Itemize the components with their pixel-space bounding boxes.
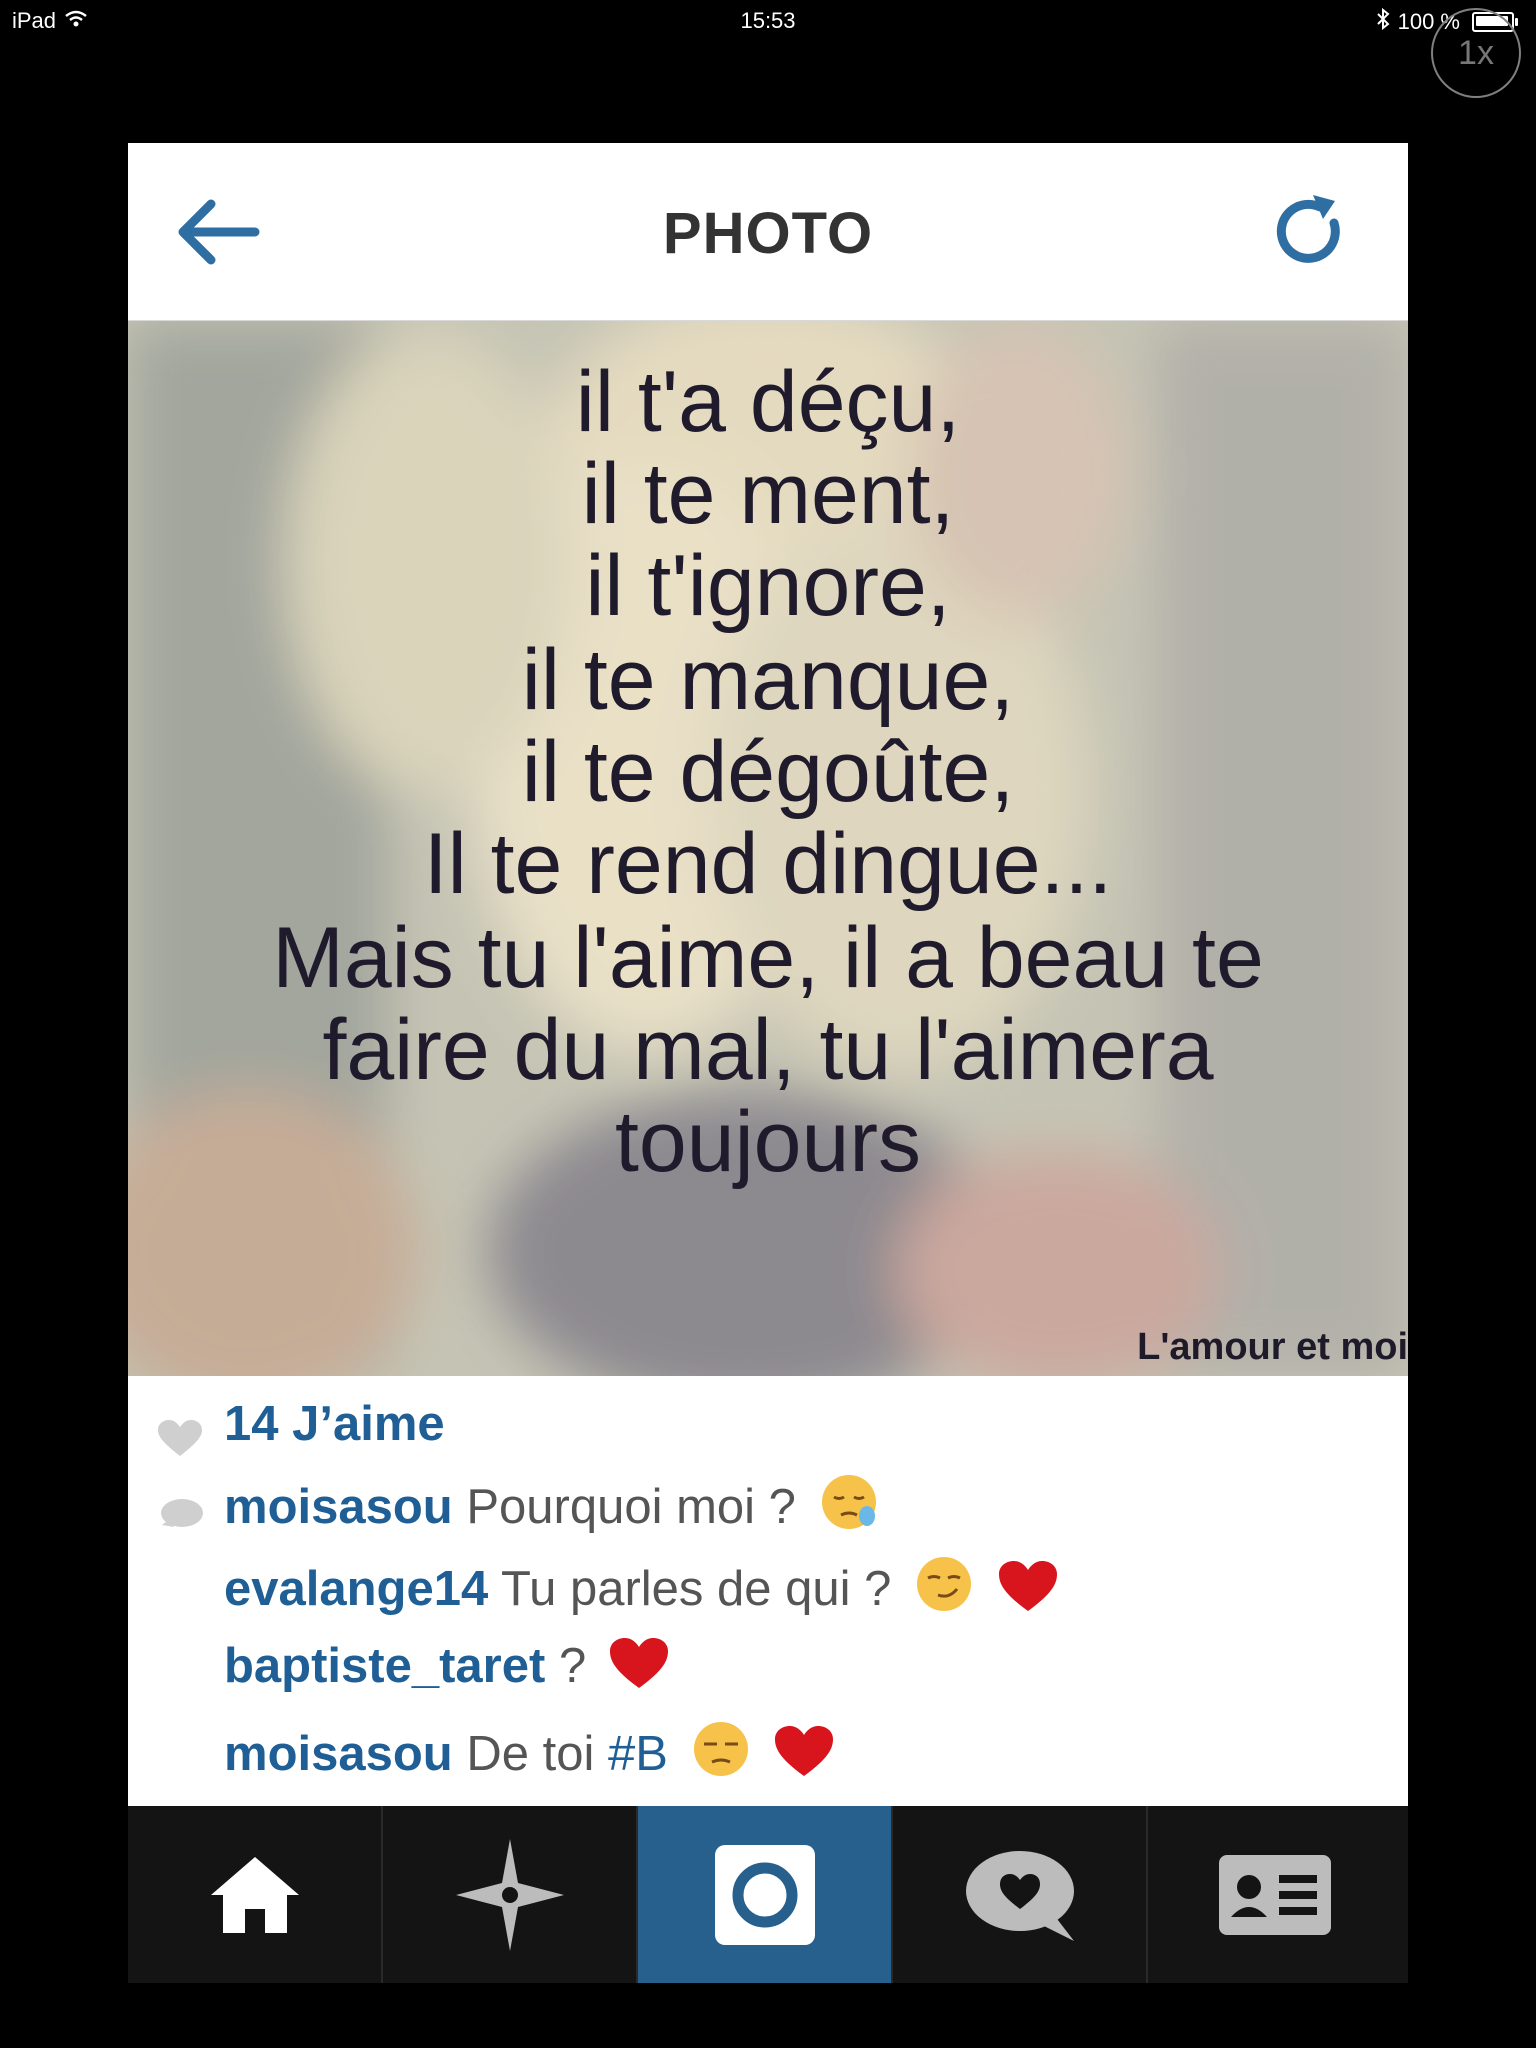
zoom-button[interactable]: 1x bbox=[1431, 8, 1521, 98]
comment-body: De toi bbox=[466, 1727, 595, 1781]
photo-line: toujours bbox=[615, 1094, 921, 1190]
profile-card-icon bbox=[1218, 1854, 1331, 1935]
unamused-face-icon bbox=[690, 1718, 752, 1792]
smirk-face-icon bbox=[913, 1553, 975, 1627]
camera-icon bbox=[714, 1844, 815, 1945]
red-heart-icon bbox=[608, 1636, 670, 1704]
tab-camera[interactable] bbox=[638, 1806, 893, 1983]
comment-username[interactable]: moisasou bbox=[224, 1480, 453, 1534]
photo-line: il te dégoûte, bbox=[521, 724, 1015, 820]
status-time: 15:53 bbox=[740, 8, 796, 33]
tab-home[interactable] bbox=[128, 1806, 383, 1983]
photo-line: Mais tu l'aime, il a beau te bbox=[272, 910, 1264, 1006]
likes-row[interactable]: 14 J’aime bbox=[128, 1396, 1408, 1468]
heart-icon bbox=[158, 1414, 202, 1470]
comment-text: moisasou De toi #B bbox=[224, 1718, 835, 1792]
comment-username[interactable]: moisasou bbox=[224, 1727, 453, 1781]
comment-body: Pourquoi moi ? bbox=[466, 1480, 796, 1534]
heart-bubble-icon bbox=[965, 1850, 1074, 1941]
home-icon bbox=[210, 1856, 299, 1933]
comment-row: moisasou De toi #B bbox=[128, 1718, 1408, 1790]
red-heart-icon bbox=[997, 1559, 1059, 1627]
photo-line: il t'a déçu, bbox=[575, 354, 961, 450]
photo-text: il t'a déçu, il te ment, il t'ignore, il… bbox=[128, 321, 1408, 1376]
comment-username[interactable]: baptiste_taret bbox=[224, 1639, 545, 1693]
status-bar: iPad 15:53 100 % bbox=[0, 0, 1536, 40]
refresh-button[interactable] bbox=[1273, 191, 1351, 273]
compass-star-icon bbox=[455, 1838, 564, 1951]
sleepy-face-icon bbox=[818, 1471, 880, 1545]
photo-line: il te manque, bbox=[521, 632, 1015, 728]
top-nav: PHOTO bbox=[128, 143, 1408, 321]
page-title: PHOTO bbox=[662, 201, 874, 266]
comment-row: evalange14 Tu parles de qui ? bbox=[128, 1553, 1408, 1625]
photo-line: il te ment, bbox=[581, 446, 955, 542]
photo-line: Il te rend dingue... bbox=[423, 816, 1113, 912]
comment-body: ? bbox=[558, 1639, 587, 1693]
comment-username[interactable]: evalange14 bbox=[224, 1562, 488, 1616]
comment-text: baptiste_taret ? bbox=[224, 1636, 670, 1704]
bluetooth-icon bbox=[1376, 7, 1390, 36]
instagram-app: PHOTO il t'a déçu, il te ment, il t'igno… bbox=[128, 143, 1408, 1983]
comment-bubble-icon bbox=[158, 1489, 204, 1545]
tab-profile[interactable] bbox=[1148, 1806, 1401, 1983]
comment-text: evalange14 Tu parles de qui ? bbox=[224, 1553, 1059, 1627]
tab-explore[interactable] bbox=[383, 1806, 638, 1983]
hashtag-link[interactable]: #B bbox=[608, 1727, 668, 1781]
tab-bar bbox=[128, 1806, 1408, 1983]
photo-line: il t'ignore, bbox=[585, 538, 951, 634]
comment-text: moisasou Pourquoi moi ? bbox=[224, 1471, 880, 1545]
tab-activity[interactable] bbox=[893, 1806, 1148, 1983]
comment-body: Tu parles de qui ? bbox=[500, 1562, 892, 1616]
comment-row: moisasou Pourquoi moi ? bbox=[128, 1471, 1408, 1543]
post-image[interactable]: il t'a déçu, il te ment, il t'ignore, il… bbox=[128, 321, 1408, 1376]
photo-watermark: L'amour et moi bbox=[1137, 1326, 1408, 1368]
likes-count[interactable]: 14 J’aime bbox=[224, 1396, 445, 1452]
comment-row: baptiste_taret ? bbox=[128, 1636, 1408, 1708]
photo-line: faire du mal, tu l'aimera bbox=[322, 1002, 1214, 1098]
refresh-icon bbox=[1276, 195, 1340, 263]
red-heart-icon bbox=[773, 1724, 835, 1792]
